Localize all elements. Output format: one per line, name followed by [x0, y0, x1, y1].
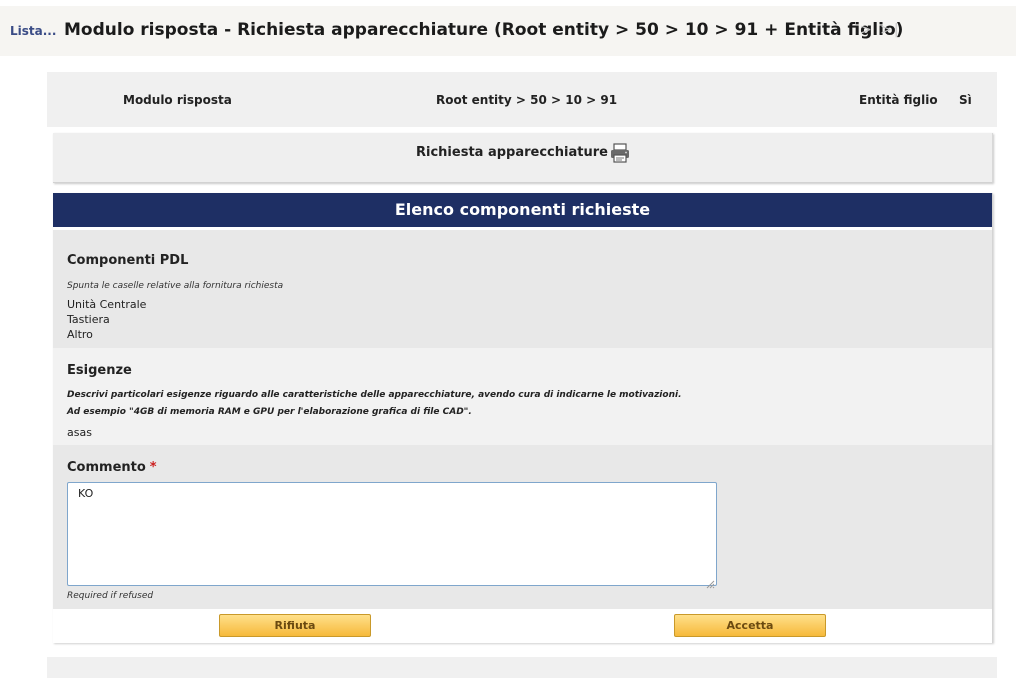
needs-hint-line2: Ad esempio "4GB di memoria RAM e GPU per… [67, 407, 472, 417]
summary-child-entity-label: Entità figlio [859, 93, 938, 107]
summary-strip: Modulo risposta Root entity > 50 > 10 > … [47, 72, 997, 127]
comment-note: Required if refused [67, 591, 154, 601]
component-item: Altro [67, 328, 93, 341]
footer-strip [47, 657, 997, 678]
needs-section: Esigenze Descrivi particolari esigenze r… [53, 348, 992, 445]
request-title: Richiesta apparecchiature [416, 145, 608, 160]
needs-value: asas [67, 426, 92, 439]
components-hint: Spunta le caselle relative alla fornitur… [67, 281, 284, 291]
required-marker: * [149, 460, 157, 475]
needs-title: Esigenze [67, 363, 132, 378]
panel-title: Elenco componenti richieste [53, 193, 992, 227]
back-to-list-link[interactable]: Lista... [10, 24, 56, 38]
resize-grip-icon[interactable] [705, 574, 715, 589]
actions-bar: Rifiuta Accetta [53, 609, 992, 643]
request-title-bar: Richiesta apparecchiature [53, 133, 993, 183]
refuse-button[interactable]: Rifiuta [219, 614, 371, 637]
components-title: Componenti PDL [67, 253, 189, 268]
needs-hint-line1: Descrivi particolari esigenze riguardo a… [67, 390, 682, 400]
comment-section: Commento * KO Required if refused [53, 445, 992, 609]
comment-title: Commento [67, 460, 146, 475]
comment-textarea[interactable]: KO [67, 482, 717, 586]
component-item: Tastiera [67, 313, 110, 326]
printer-icon[interactable] [609, 143, 631, 163]
summary-root-path: Root entity > 50 > 10 > 91 [436, 93, 618, 107]
accept-button[interactable]: Accetta [674, 614, 826, 637]
components-section: Componenti PDL Spunta le caselle relativ… [53, 230, 992, 348]
summary-form-name: Modulo risposta [123, 93, 232, 107]
record-navigation-arrows[interactable]: > >| [860, 22, 901, 38]
top-header: Lista... Modulo risposta - Richiesta app… [0, 6, 1016, 56]
comment-label: Commento * [67, 460, 157, 475]
page-title: Modulo risposta - Richiesta apparecchiat… [64, 20, 904, 40]
summary-child-entity-value: Sì [959, 93, 972, 107]
component-item: Unità Centrale [67, 298, 147, 311]
components-panel: Elenco componenti richieste Componenti P… [53, 193, 993, 643]
